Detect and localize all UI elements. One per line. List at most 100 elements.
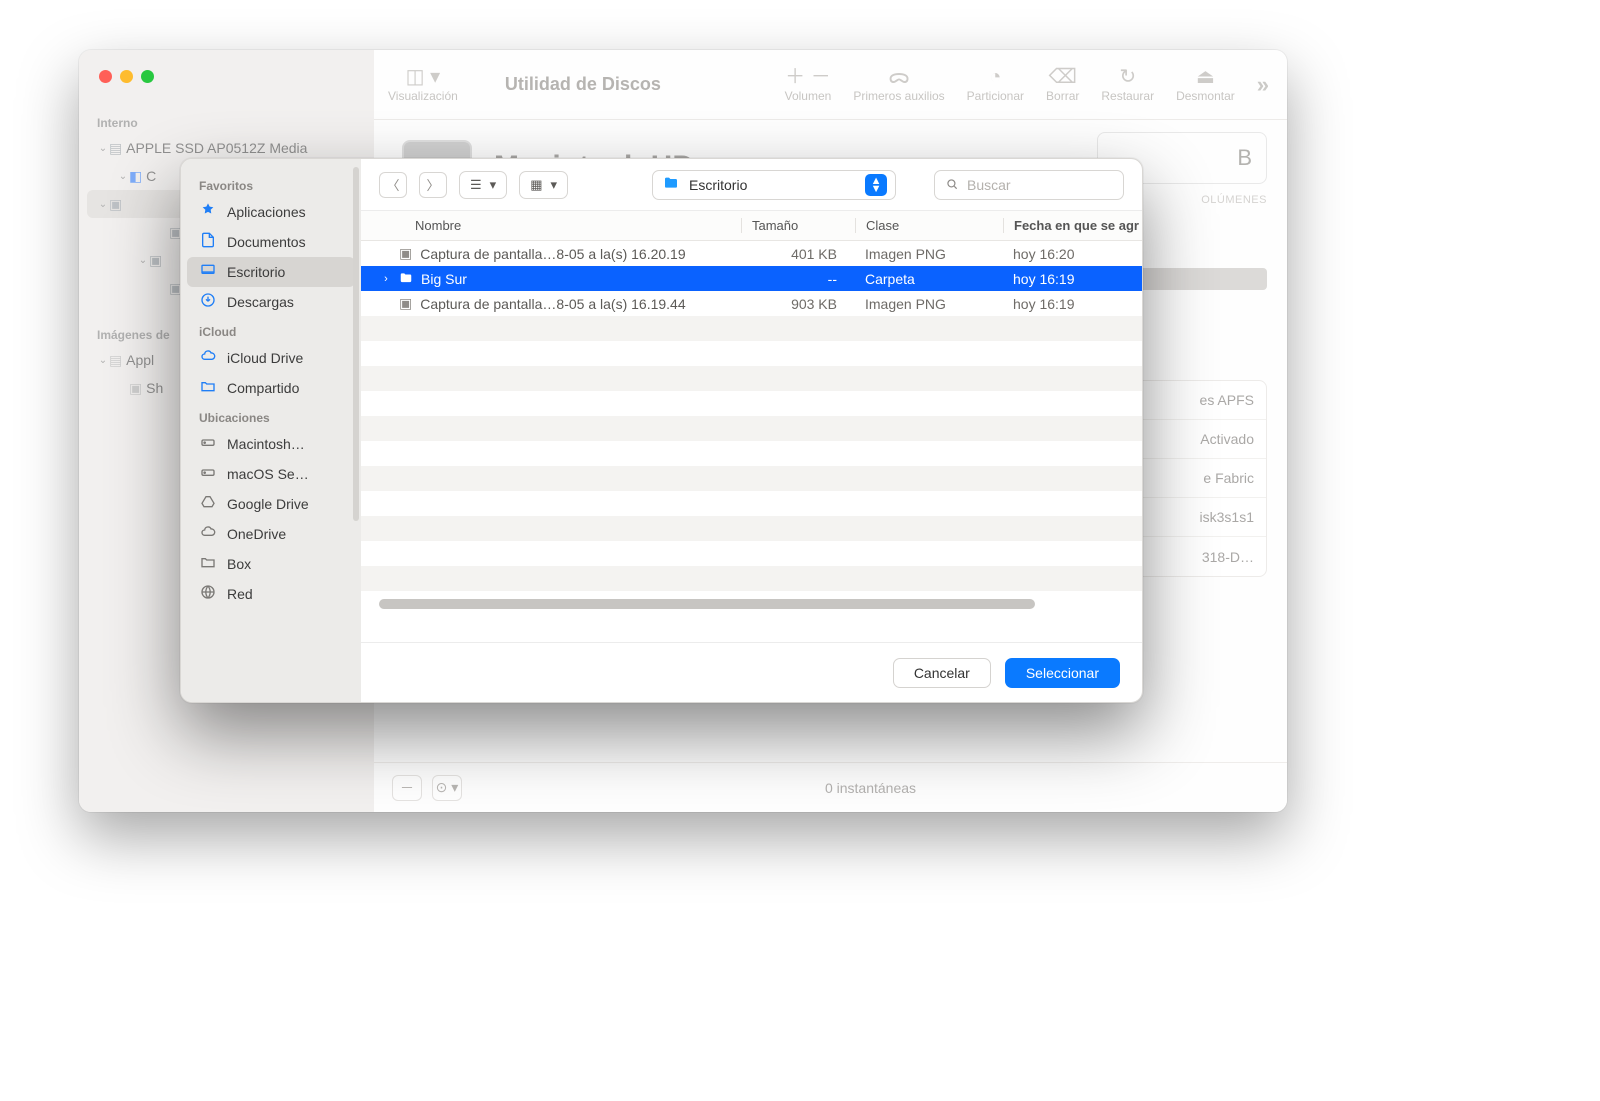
eject-icon: ⏏ — [1196, 67, 1215, 87]
nav-back-button[interactable]: 〈 — [379, 172, 407, 198]
toolbar-volume[interactable]: ＋ － Volumen — [785, 67, 832, 103]
file-row[interactable]: ›▣Captura de pantalla…8-05 a la(s) 16.19… — [361, 291, 1142, 316]
sidebar-item-desktop[interactable]: Escritorio — [187, 257, 355, 287]
sidebar-item-label: Macintosh… — [227, 436, 305, 452]
sidebar-item-documents[interactable]: Documentos — [187, 227, 355, 257]
horizontal-scrollbar[interactable] — [379, 599, 1124, 609]
sidebar-section-internal: Interno — [79, 108, 374, 134]
sidebar-item-shared[interactable]: Compartido — [187, 373, 355, 403]
column-name[interactable]: Nombre — [361, 218, 741, 233]
globe-icon — [199, 584, 217, 603]
toolbar-firstaid[interactable]: ᯅ Primeros auxilios — [853, 67, 944, 103]
sidebar-section-locations: Ubicaciones — [187, 403, 355, 429]
sidebar-item-applications[interactable]: Aplicaciones — [187, 197, 355, 227]
file-list-header: Nombre Tamaño Clase Fecha en que se agr — [361, 211, 1142, 241]
open-panel-sidebar: Favoritos Aplicaciones Documentos Escrit… — [181, 159, 361, 702]
sidebar-item-onedrive[interactable]: OneDrive — [187, 519, 355, 549]
search-icon — [945, 177, 959, 193]
group-by-button[interactable]: ▦▾ — [519, 171, 568, 199]
zoom-window-button[interactable] — [141, 70, 154, 83]
sidebar-item-macintosh-hd[interactable]: Macintosh… — [187, 429, 355, 459]
file-row[interactable]: ›▣Captura de pantalla…8-05 a la(s) 16.20… — [361, 241, 1142, 266]
open-panel-sheet: Favoritos Aplicaciones Documentos Escrit… — [180, 158, 1143, 703]
file-list: ›▣Captura de pantalla…8-05 a la(s) 16.20… — [361, 241, 1142, 642]
chevron-right-icon: 〉 — [426, 175, 439, 194]
erase-icon: ⌫ — [1049, 67, 1077, 87]
image-file-icon: ▣ — [399, 295, 412, 312]
download-icon — [199, 292, 217, 311]
column-kind[interactable]: Clase — [855, 218, 1003, 233]
column-date[interactable]: Fecha en que se agr — [1003, 218, 1142, 233]
desktop-icon — [199, 262, 217, 281]
pie-icon: ◔ — [989, 67, 1001, 87]
location-popup[interactable]: Escritorio ▲▼ — [652, 170, 896, 200]
minimize-window-button[interactable] — [120, 70, 133, 83]
hdd-icon — [199, 434, 217, 453]
chevron-left-icon: 〈 — [386, 175, 399, 194]
hdd-icon — [199, 464, 217, 483]
toolbar-view-label: Visualización — [388, 89, 458, 103]
snapshot-count: 0 instantáneas — [472, 780, 1269, 796]
chevron-down-icon: ▾ — [550, 177, 557, 193]
applications-icon — [199, 202, 217, 221]
disclosure-icon[interactable]: › — [381, 273, 391, 285]
sidebar-item-label: Documentos — [227, 234, 306, 250]
sidebar-item-label: OneDrive — [227, 526, 286, 542]
plus-minus-icon: ＋ － — [785, 67, 831, 87]
cloud-icon — [199, 524, 217, 543]
folder-icon — [399, 271, 413, 287]
grid-icon: ▦ — [530, 177, 542, 193]
nav-forward-button[interactable]: 〉 — [419, 172, 447, 198]
file-row-selected[interactable]: ›Big Sur -- Carpeta hoy 16:19 — [361, 266, 1142, 291]
gdrive-icon — [199, 494, 217, 513]
window-title: Utilidad de Discos — [505, 74, 661, 95]
toolbar-view[interactable]: ◫ ▾ Visualización — [388, 67, 458, 103]
sidebar-item-label: Escritorio — [227, 264, 285, 280]
toolbar-overflow-icon[interactable]: » — [1257, 72, 1269, 98]
snapshot-remove-button[interactable]: － — [392, 775, 422, 801]
toolbar-partition[interactable]: ◔ Particionar — [967, 67, 1024, 103]
close-window-button[interactable] — [99, 70, 112, 83]
sidebar-item-label: Compartido — [227, 380, 299, 396]
toolbar-restore[interactable]: ↻ Restaurar — [1101, 67, 1154, 103]
snapshot-more-button[interactable]: ⊙ ▾ — [432, 775, 462, 801]
search-field[interactable] — [934, 170, 1124, 200]
toolbar-erase[interactable]: ⌫ Borrar — [1046, 67, 1079, 103]
sidebar-item-label: Descargas — [227, 294, 294, 310]
sidebar-icon: ◫ ▾ — [406, 67, 441, 87]
sidebar-item-google-drive[interactable]: Google Drive — [187, 489, 355, 519]
main-toolbar: ◫ ▾ Visualización Utilidad de Discos ＋ －… — [374, 50, 1287, 120]
open-panel-toolbar: 〈 〉 ☰▾ ▦▾ Escritorio ▲▼ — [361, 159, 1142, 211]
sidebar-item-label: Aplicaciones — [227, 204, 306, 220]
select-button[interactable]: Seleccionar — [1005, 658, 1120, 688]
sidebar-item-label: iCloud Drive — [227, 350, 303, 366]
sidebar-item-network[interactable]: Red — [187, 579, 355, 609]
sidebar-item-icloud-drive[interactable]: iCloud Drive — [187, 343, 355, 373]
sidebar-section-favorites: Favoritos — [187, 171, 355, 197]
updown-icon: ▲▼ — [865, 174, 887, 196]
list-icon: ☰ — [470, 177, 482, 193]
toolbar-unmount[interactable]: ⏏ Desmontar — [1176, 67, 1235, 103]
open-panel-footer: Cancelar Seleccionar — [361, 642, 1142, 702]
box-icon — [199, 554, 217, 573]
footer-bar: － ⊙ ▾ 0 instantáneas — [374, 762, 1287, 812]
column-size[interactable]: Tamaño — [741, 218, 855, 233]
sidebar-item-label: Google Drive — [227, 496, 309, 512]
sidebar-scrollbar[interactable] — [353, 167, 359, 521]
chevron-down-icon: ▾ — [490, 177, 497, 193]
sidebar-item-macos-se[interactable]: macOS Se… — [187, 459, 355, 489]
sidebar-item-label: Box — [227, 556, 251, 572]
shared-folder-icon — [199, 378, 217, 397]
cloud-icon — [199, 348, 217, 367]
sidebar-item-downloads[interactable]: Descargas — [187, 287, 355, 317]
search-input[interactable] — [967, 177, 1113, 193]
folder-icon — [663, 175, 679, 194]
cancel-button[interactable]: Cancelar — [893, 658, 991, 688]
image-file-icon: ▣ — [399, 245, 412, 262]
sidebar-section-icloud: iCloud — [187, 317, 355, 343]
sidebar-item-box[interactable]: Box — [187, 549, 355, 579]
stethoscope-icon: ᯅ — [888, 67, 910, 87]
open-panel-main: 〈 〉 ☰▾ ▦▾ Escritorio ▲▼ Nombre — [361, 159, 1142, 702]
sidebar-item-label: macOS Se… — [227, 466, 309, 482]
view-mode-button[interactable]: ☰▾ — [459, 171, 507, 199]
